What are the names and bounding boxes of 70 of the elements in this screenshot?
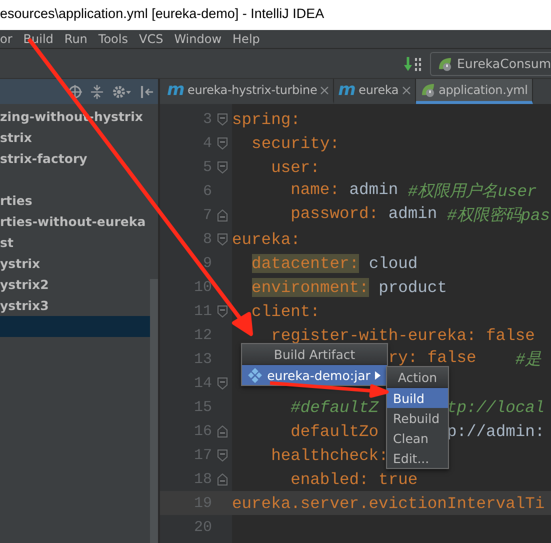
code-text: client:: [252, 302, 320, 320]
target-icon[interactable]: [68, 84, 82, 98]
code-text: #defaultZ: [290, 398, 379, 416]
menu-item[interactable]: Run: [64, 32, 88, 46]
hide-panel-icon[interactable]: [140, 84, 154, 98]
menu-item[interactable]: Window: [174, 32, 222, 46]
action-menu-item[interactable]: Edit...: [387, 448, 448, 468]
tree-item[interactable]: strix: [0, 127, 150, 148]
code-text: admin: [388, 204, 438, 225]
fold-marker-icon[interactable]: [216, 112, 228, 126]
action-menu-item[interactable]: Rebuild: [387, 408, 448, 428]
popup-title: Build Artifact: [242, 344, 387, 365]
code-text: enabled: true: [290, 470, 418, 488]
code-text: environment:: [252, 278, 369, 296]
tree-item[interactable]: rties-without-eureka: [0, 211, 150, 232]
code-text: name:: [290, 180, 340, 201]
code-text: #权限密码pas: [446, 205, 550, 226]
fold-marker-icon[interactable]: [216, 208, 228, 222]
close-icon[interactable]: [402, 86, 411, 94]
code-text: ry: false: [388, 348, 476, 369]
fold-marker-icon[interactable]: [216, 472, 228, 486]
code-text: security:: [252, 134, 340, 152]
collapse-icon[interactable]: [90, 84, 104, 98]
tree-item[interactable]: ystrix: [0, 253, 150, 274]
code-text: eureka.server.evictionIntervalTi: [232, 494, 545, 512]
code-text: tp://local: [446, 398, 545, 416]
gear-icon[interactable]: [112, 84, 132, 98]
fold-marker-icon[interactable]: [216, 304, 228, 318]
tree-item[interactable]: st: [0, 232, 150, 253]
leaf-icon: [437, 56, 454, 72]
fold-marker-icon[interactable]: [216, 376, 228, 390]
code-text: p://admin:: [446, 422, 545, 440]
code-text: defaultZo: [290, 422, 379, 440]
fold-marker-icon[interactable]: [216, 232, 228, 246]
fold-marker-icon[interactable]: [216, 136, 228, 150]
tree-item[interactable]: rties: [0, 190, 150, 211]
menu-item[interactable]: Tools: [98, 32, 128, 46]
scrollbar[interactable]: [150, 279, 158, 543]
run-configuration-dropdown[interactable]: EurekaConsum: [430, 52, 551, 76]
fold-marker-icon[interactable]: [216, 160, 228, 174]
close-icon[interactable]: [320, 86, 330, 94]
menu-item[interactable]: Help: [232, 32, 260, 46]
tree-item[interactable]: ystrix3: [0, 295, 150, 316]
tree-item[interactable]: ystrix2: [0, 274, 150, 295]
artifact-icon: [248, 368, 262, 382]
code-text: #是: [515, 349, 542, 370]
artifact-menu-item[interactable]: eureka-demo:jar: [242, 365, 387, 385]
popup-title: Action: [387, 367, 448, 388]
leaf-icon: [420, 82, 436, 98]
fold-marker-icon[interactable]: [216, 448, 228, 462]
code-text: eureka:: [232, 230, 300, 248]
menu-item[interactable]: or: [0, 32, 12, 46]
code-text: admin: [349, 180, 398, 201]
code-text: healthcheck:: [271, 446, 388, 464]
action-menu-item[interactable]: Clean: [387, 428, 448, 448]
code-text: product: [378, 278, 447, 296]
menu-item[interactable]: VCS: [138, 32, 164, 46]
action-menu-item[interactable]: Build: [387, 388, 448, 408]
code-text: datacenter:: [252, 254, 360, 272]
tree-item[interactable]: strix-factory: [0, 148, 150, 169]
submenu-arrow-icon: [375, 370, 381, 380]
code-text: spring:: [232, 110, 300, 128]
window-title: esources\application.yml [eureka-demo] - IntelliJ IDEA: [0, 6, 324, 20]
fold-marker-icon[interactable]: [216, 424, 228, 438]
code-text: cloud: [368, 254, 418, 272]
code-text: password:: [290, 204, 379, 225]
code-text: user:: [271, 158, 320, 176]
code-text: register-with-eureka: false: [271, 326, 535, 344]
code-text: #权限用户名user: [408, 181, 537, 202]
editor-tab[interactable]: application.yml: [416, 79, 533, 104]
